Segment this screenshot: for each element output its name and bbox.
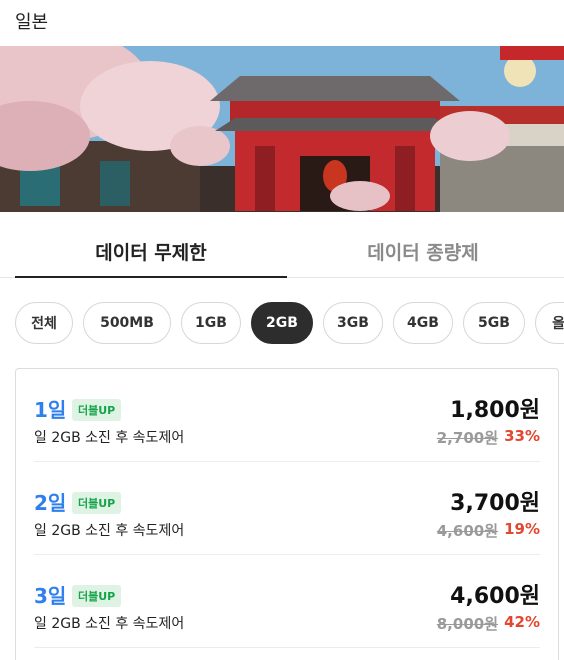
double-up-badge: 더블UP <box>72 492 122 514</box>
data-filter-chips: 전체 500MB 1GB 2GB 3GB 4GB 5GB 올데 <box>0 278 564 368</box>
plan-type-tabs: 데이터 무제한 데이터 종량제 <box>0 212 564 278</box>
double-up-badge: 더블UP <box>72 585 122 607</box>
chip-500mb[interactable]: 500MB <box>83 302 171 344</box>
plan-description: 일 2GB 소진 후 속도제어 <box>34 523 185 539</box>
chip-3gb[interactable]: 3GB <box>323 302 383 344</box>
chip-1gb[interactable]: 1GB <box>181 302 241 344</box>
discount-rate: 42% <box>504 613 540 631</box>
tab-metered[interactable]: 데이터 종량제 <box>287 212 559 277</box>
temple-illustration <box>0 46 564 212</box>
discount-rate: 33% <box>504 427 540 445</box>
original-price: 4,600원 <box>436 522 498 540</box>
plan-item[interactable]: 3일 더블UP 일 2GB 소진 후 속도제어 4,600원 8,000원 42… <box>34 555 540 648</box>
discount-rate: 19% <box>504 520 540 538</box>
plan-days: 3일 <box>34 584 67 608</box>
top-bar: 일본 <box>0 0 564 46</box>
plan-price: 1,800원 <box>450 398 540 423</box>
original-price: 2,700원 <box>436 429 498 447</box>
plan-item[interactable]: 1일 더블UP 일 2GB 소진 후 속도제어 1,800원 2,700원 33… <box>34 369 540 462</box>
chip-4gb[interactable]: 4GB <box>393 302 453 344</box>
chip-5gb[interactable]: 5GB <box>463 302 525 344</box>
plan-price: 4,600원 <box>450 584 540 609</box>
plan-price: 3,700원 <box>450 491 540 516</box>
plan-list: 1일 더블UP 일 2GB 소진 후 속도제어 1,800원 2,700원 33… <box>15 368 559 660</box>
plan-item[interactable]: 2일 더블UP 일 2GB 소진 후 속도제어 3,700원 4,600원 19… <box>34 462 540 555</box>
hero-image <box>0 46 564 212</box>
active-tab-underline <box>15 276 287 278</box>
plan-days: 2일 <box>34 491 67 515</box>
double-up-badge: 더블UP <box>72 399 122 421</box>
page-title: 일본 <box>15 12 49 33</box>
plan-days: 1일 <box>34 398 67 422</box>
plan-description: 일 2GB 소진 후 속도제어 <box>34 430 185 446</box>
chip-allday[interactable]: 올데 <box>535 302 564 344</box>
original-price: 8,000원 <box>436 615 498 633</box>
chip-2gb[interactable]: 2GB <box>251 302 313 344</box>
chip-all[interactable]: 전체 <box>15 302 73 344</box>
tab-unlimited[interactable]: 데이터 무제한 <box>15 212 287 277</box>
plan-description: 일 2GB 소진 후 속도제어 <box>34 616 185 632</box>
